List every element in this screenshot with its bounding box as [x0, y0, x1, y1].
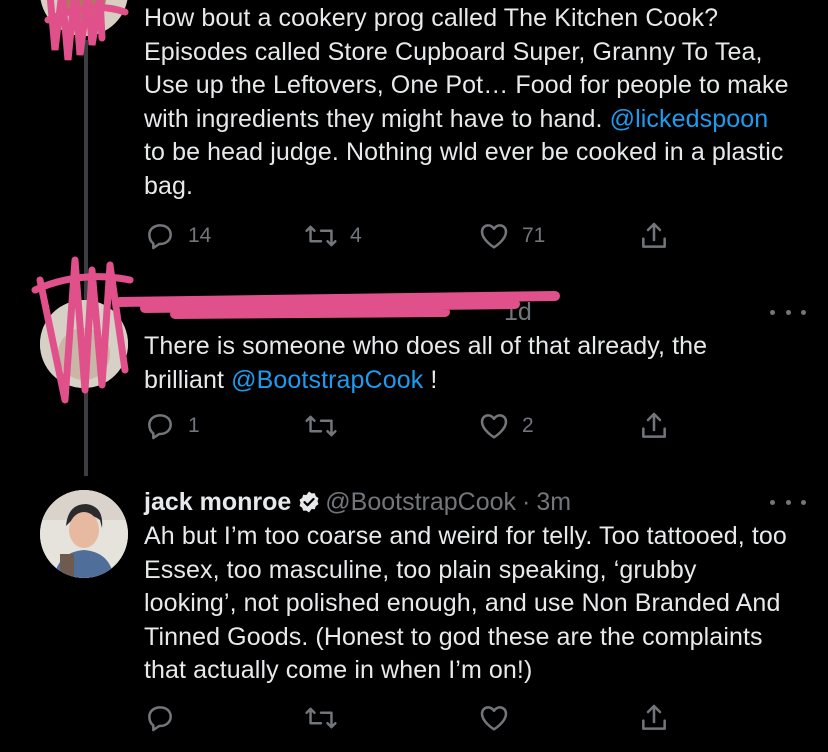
author-handle[interactable]: @BootstrapCook — [325, 488, 516, 516]
like-button[interactable]: 2 — [478, 408, 534, 444]
more-options-dot — [801, 309, 806, 315]
tweet-2-time: 1d — [504, 298, 532, 326]
share-button[interactable] — [638, 700, 670, 736]
share-icon — [642, 222, 666, 248]
thread-line-2 — [84, 390, 88, 476]
tweet-1-text: How bout a cookery prog called The Kitch… — [144, 2, 794, 203]
heart-icon — [480, 224, 508, 249]
reply-button[interactable]: 1 — [144, 408, 200, 444]
retweet-icon — [305, 415, 337, 437]
share-button[interactable] — [638, 218, 670, 254]
retweet-button[interactable] — [304, 700, 350, 736]
more-options-icon — [770, 499, 775, 505]
mention-lickedspoon-link[interactable]: @lickedspoon — [610, 105, 769, 133]
more-options-dot — [785, 499, 791, 505]
avatar-tweet-2[interactable] — [40, 300, 128, 388]
reply-icon — [148, 706, 172, 732]
tweet-2-text-part-end: ! — [423, 365, 438, 394]
verified-badge-icon — [299, 491, 319, 513]
mention-bootstrapcook-link[interactable]: @BootstrapCook — [231, 366, 423, 394]
tweet-1-actions: 14 4 71 — [144, 218, 704, 254]
heart-icon — [480, 414, 508, 439]
tweet-3-actions — [144, 700, 704, 736]
tweet-3-time[interactable]: 3m — [536, 488, 571, 516]
reply-icon — [148, 224, 172, 250]
tweet-3-text: Ah but I’m too coarse and weird for tell… — [144, 522, 787, 684]
retweet-button[interactable]: 4 — [304, 218, 362, 254]
more-options-button[interactable] — [770, 302, 806, 322]
reply-count: 1 — [188, 414, 200, 437]
more-options-icon — [770, 309, 775, 315]
avatar-jack-monroe[interactable] — [40, 490, 128, 578]
more-options-dot — [801, 499, 806, 505]
tweet-1-text-part-end: to be head judge. Nothing wld ever be co… — [144, 138, 784, 200]
like-count: 71 — [522, 224, 546, 247]
share-icon — [642, 412, 666, 438]
heart-icon — [480, 706, 508, 731]
more-options-button[interactable] — [770, 492, 806, 512]
tweet-2-text: There is someone who does all of that al… — [144, 330, 794, 397]
retweet-count: 4 — [350, 224, 362, 247]
like-button[interactable]: 71 — [478, 218, 545, 254]
reply-count: 14 — [188, 224, 212, 247]
thread-line-1 — [84, 40, 88, 302]
like-button[interactable] — [478, 700, 522, 736]
tweet-3-header: jack monroe @BootstrapCook · 3m — [144, 486, 571, 518]
share-icon — [642, 704, 666, 730]
more-options-dot — [785, 309, 791, 315]
like-count: 2 — [522, 414, 534, 437]
share-button[interactable] — [638, 408, 670, 444]
retweet-button[interactable] — [304, 408, 350, 444]
reply-icon — [148, 414, 172, 440]
author-name[interactable]: jack monroe — [144, 488, 291, 516]
reply-button[interactable]: 14 — [144, 218, 211, 254]
header-separator: · — [522, 488, 531, 516]
tweet-2-actions: 1 2 — [144, 408, 704, 444]
reply-button[interactable] — [144, 700, 188, 736]
retweet-icon — [305, 225, 337, 247]
avatar-tweet-1[interactable] — [40, 0, 128, 36]
tweet-2-header: 1d — [144, 296, 532, 328]
retweet-icon — [305, 707, 337, 729]
